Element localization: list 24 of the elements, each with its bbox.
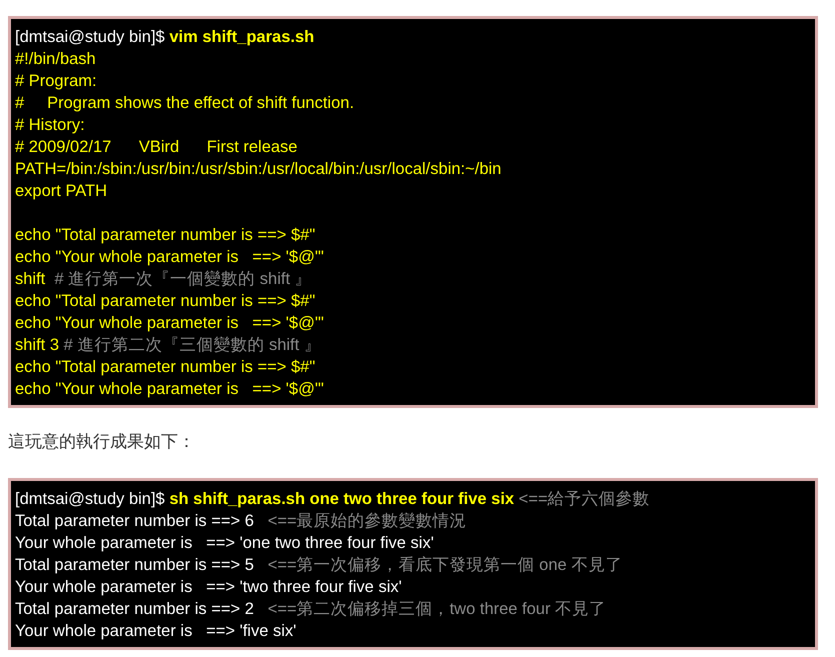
terminal-line: # Program: xyxy=(15,71,98,92)
terminal-line: Total parameter number is ==> 6 <==最原始的參數變數情況 xyxy=(15,511,468,532)
terminal-line: # Program shows the effect of shift function. xyxy=(15,93,356,114)
terminal-line: Your whole parameter is ==> 'five six' xyxy=(15,621,298,642)
terminal-line: Total parameter number is ==> 2 <==第二次偏移掉三個，two three four 不見了 xyxy=(15,599,608,620)
terminal-line: echo "Your whole parameter is ==> '$@'" xyxy=(15,247,325,268)
terminal-line: [dmtsai@study bin]$ vim shift_paras.sh xyxy=(15,27,316,48)
terminal-line: Total parameter number is ==> 5 <==第一次偏移，看底下發現第一個 one 不見了 xyxy=(15,555,624,576)
terminal-line: #!/bin/bash xyxy=(15,49,97,70)
terminal-line: echo "Your whole parameter is ==> '$@'" xyxy=(15,379,325,400)
terminal-line: shift # 進行第一次『一個變數的 shift 』 xyxy=(15,269,313,290)
terminal-line: # History: xyxy=(15,115,86,136)
terminal-line: # 2009/02/17 VBird First release xyxy=(15,137,298,158)
terminal-line: PATH=/bin:/sbin:/usr/bin:/usr/sbin:/usr/local/bin:/usr/local/sbin:~/bin xyxy=(15,159,502,180)
terminal-line: echo "Total parameter number is ==> $#" xyxy=(15,357,316,378)
intro-text: 這玩意的執行成果如下： xyxy=(8,431,196,453)
terminal-line: shift 3 # 進行第二次『三個變數的 shift 』 xyxy=(15,335,322,356)
terminal-line: Your whole parameter is ==> 'two three four five six' xyxy=(15,577,403,598)
terminal-line: echo "Your whole parameter is ==> '$@'" xyxy=(15,313,325,334)
terminal-line: export PATH xyxy=(15,181,108,202)
terminal-line: echo "Total parameter number is ==> $#" xyxy=(15,291,316,312)
terminal-line: echo "Total parameter number is ==> $#" xyxy=(15,225,316,246)
terminal-line: Your whole parameter is ==> 'one two three four five six' xyxy=(15,533,435,554)
terminal-line: [dmtsai@study bin]$ sh shift_paras.sh one two three four five six <==給予六個參數 xyxy=(15,489,651,510)
